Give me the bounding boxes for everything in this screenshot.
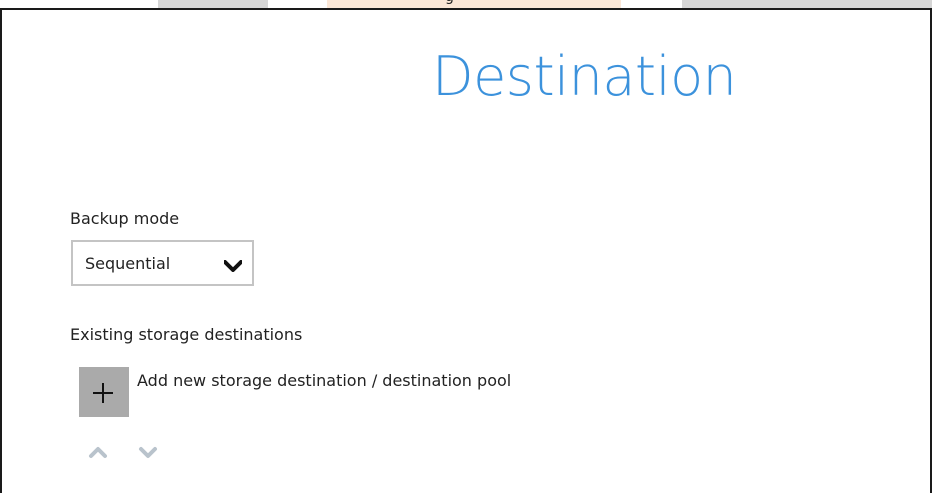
plus-icon <box>93 383 113 403</box>
chevron-down-icon <box>224 260 242 272</box>
wizard-tab-next[interactable] <box>682 0 932 8</box>
existing-destinations-label: Existing storage destinations <box>70 325 303 344</box>
page-title: Destination <box>432 45 737 108</box>
add-destination-label[interactable]: Add new storage destination / destinatio… <box>137 371 511 391</box>
add-destination-row[interactable]: Add new storage destination / destinatio… <box>79 367 679 417</box>
backup-mode-select[interactable]: Sequential <box>71 240 254 286</box>
move-up-icon[interactable] <box>88 444 108 460</box>
wizard-tab-current[interactable]: g <box>327 0 621 8</box>
wizard-tab-label: g <box>445 0 454 4</box>
backup-mode-value: Sequential <box>85 254 171 273</box>
move-down-icon[interactable] <box>138 444 158 460</box>
add-destination-button[interactable] <box>79 367 129 417</box>
backup-mode-label: Backup mode <box>70 209 180 228</box>
wizard-tab-previous[interactable] <box>158 0 268 8</box>
